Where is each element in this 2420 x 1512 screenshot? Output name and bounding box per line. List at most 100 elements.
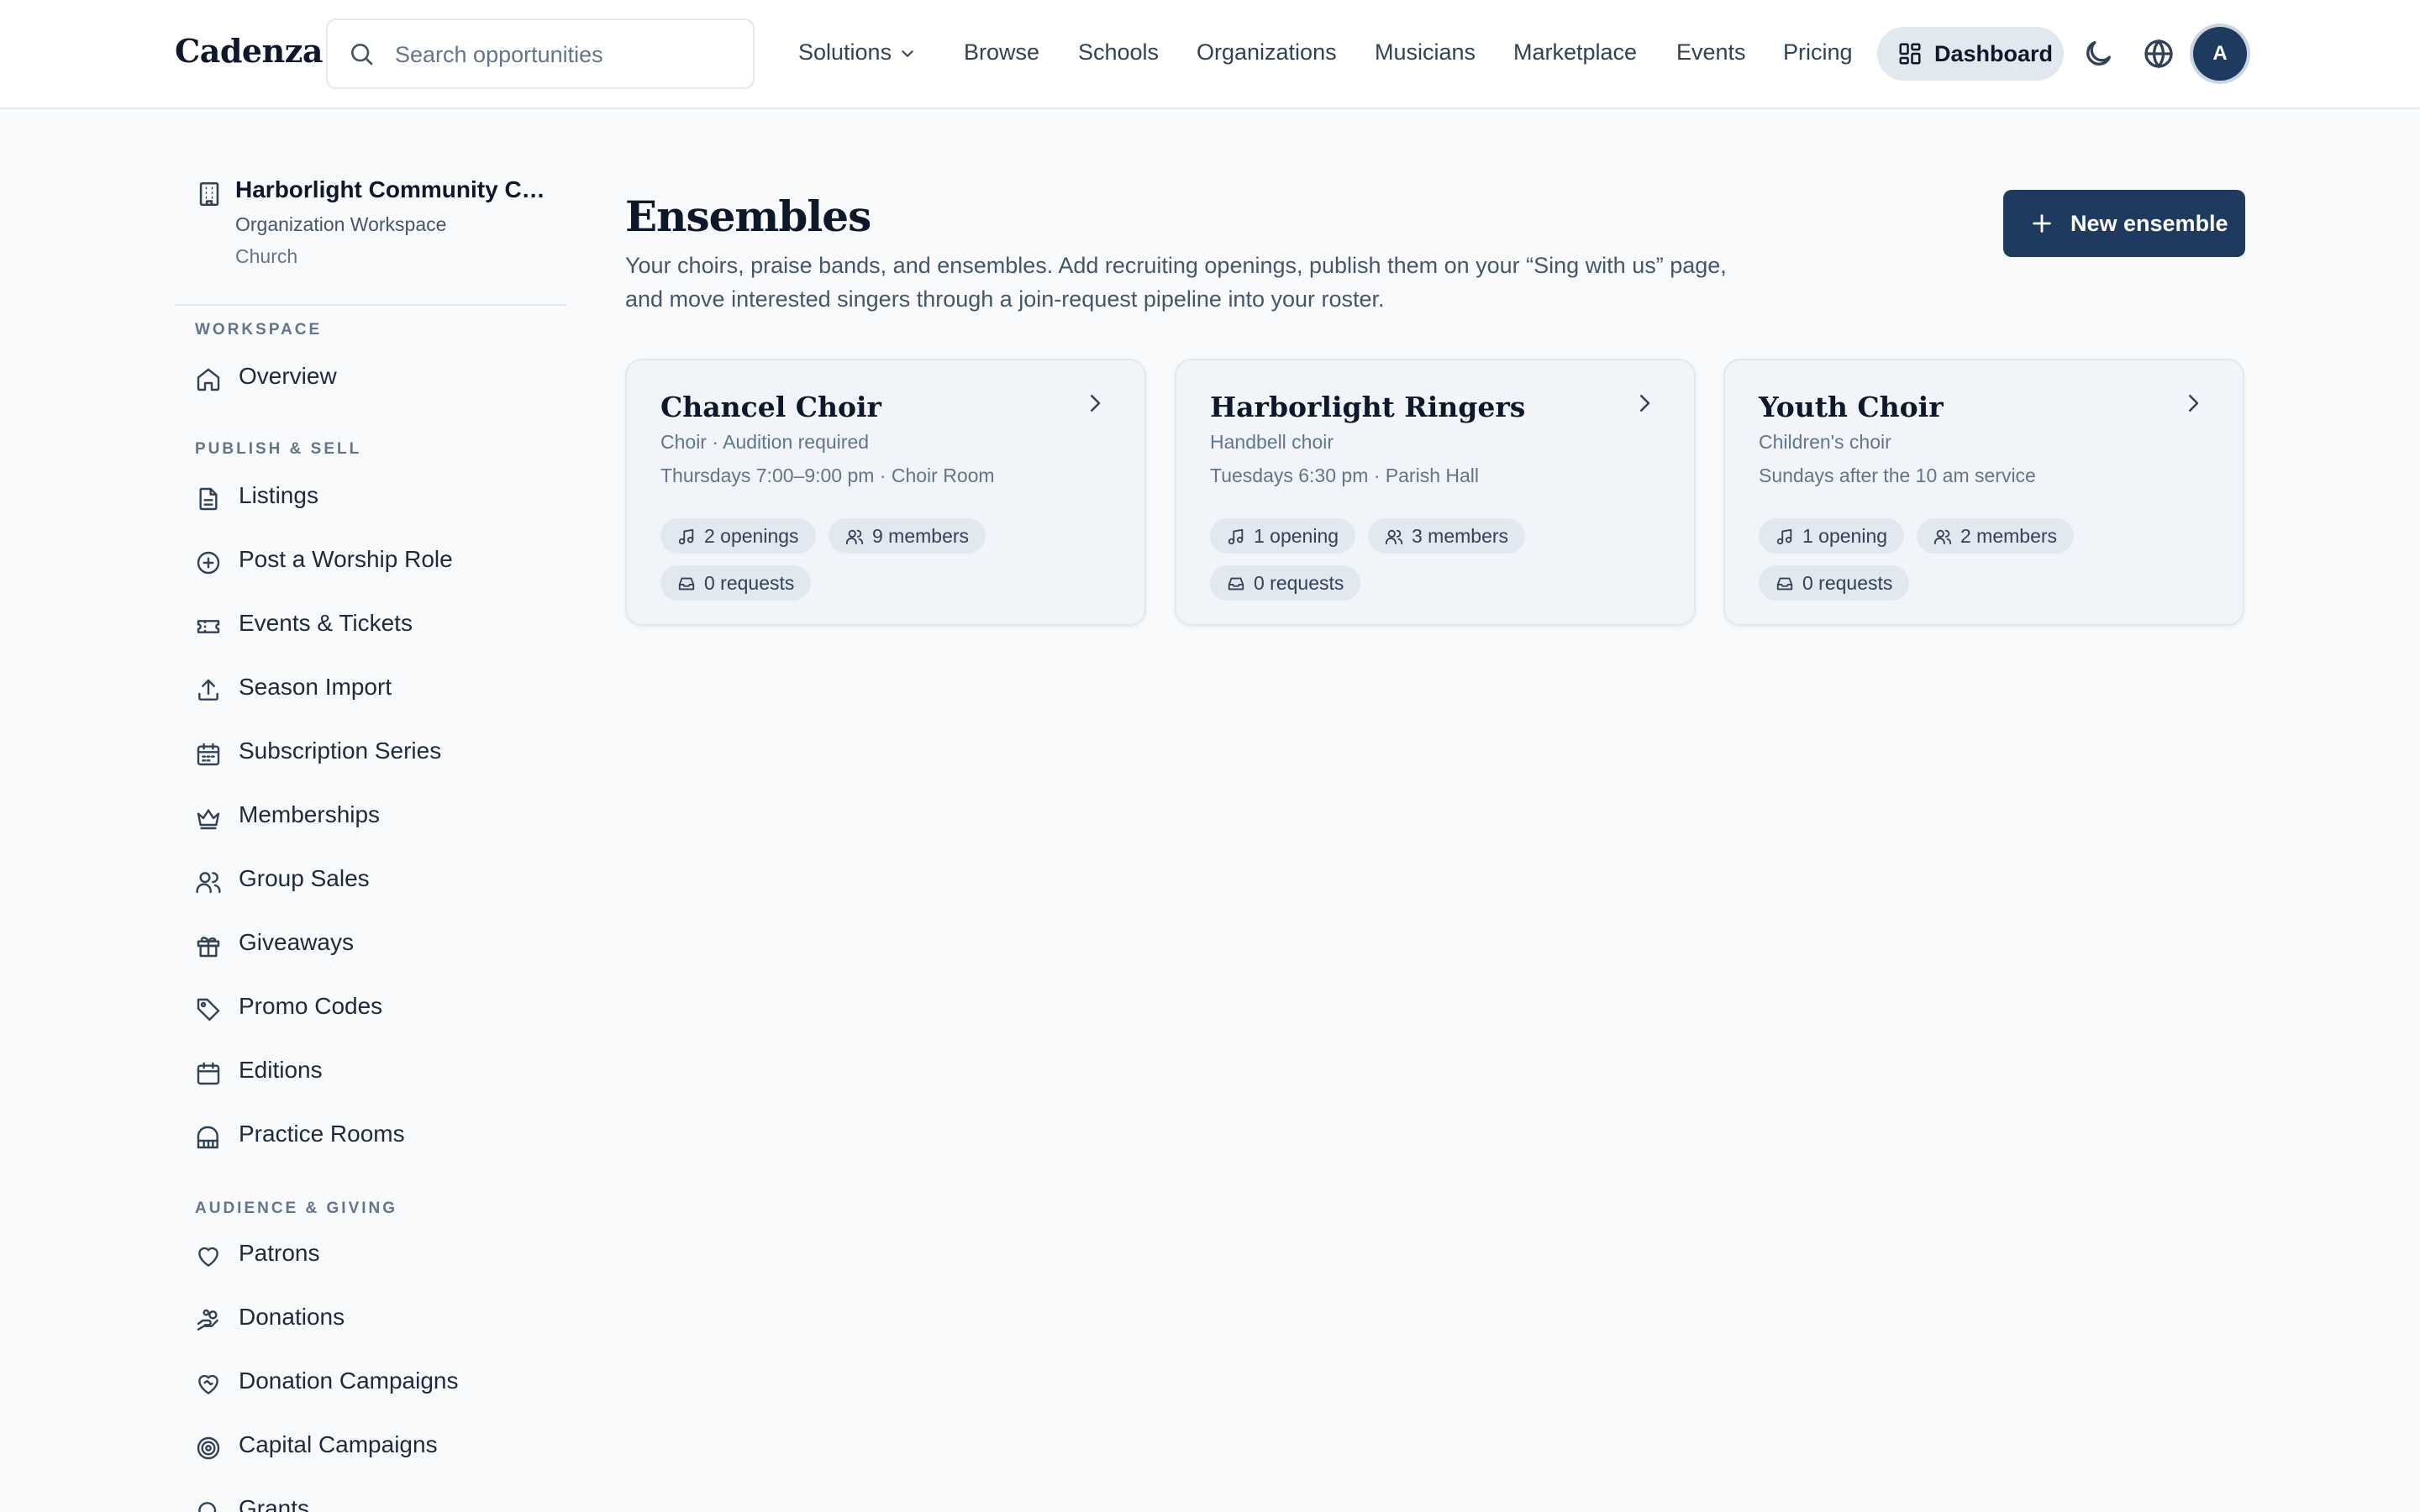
sidebar-item-label: Patrons: [239, 1240, 320, 1266]
requests-badge: 0 requests: [1210, 565, 1361, 601]
upload-icon: [198, 679, 218, 701]
dashboard-button[interactable]: Dashboard: [1877, 27, 2064, 81]
users-icon: [1933, 529, 1952, 545]
sidebar-item-label: Listings: [239, 482, 318, 508]
search-icon: [351, 44, 373, 66]
nav-marketplace[interactable]: Marketplace: [1513, 35, 1637, 69]
inbox-icon: [1776, 577, 1793, 591]
inbox-icon: [678, 577, 695, 591]
nav-pricing[interactable]: Pricing: [1783, 35, 1853, 69]
chevron-right-icon: [2189, 395, 2199, 412]
nav-schools[interactable]: Schools: [1078, 35, 1159, 69]
members-count: 3 members: [1412, 525, 1509, 547]
openings-count: 2 openings: [704, 525, 799, 547]
sidebar-item-label: Donations: [239, 1304, 345, 1330]
target-icon: [197, 1436, 220, 1460]
ensemble-card[interactable]: Harborlight Ringers Handbell choir Tuesd…: [1175, 359, 1696, 626]
sidebar-item-grants[interactable]: Grants: [195, 1487, 556, 1512]
org-subtitle: Organization Workspace: [235, 213, 447, 235]
heart-icon: [198, 1247, 218, 1267]
document-icon: [199, 487, 218, 511]
sidebar-item-label: Practice Rooms: [239, 1121, 405, 1147]
ensemble-type: Handbell choir: [1210, 431, 1334, 453]
user-avatar[interactable]: A: [2193, 27, 2247, 81]
crown-icon: [197, 809, 220, 830]
nav-events[interactable]: Events: [1676, 35, 1746, 69]
members-badge: 3 members: [1368, 518, 1526, 554]
section-heading-workspace: WORKSPACE: [195, 321, 323, 339]
brand-logo[interactable]: Cadenza: [175, 32, 323, 70]
sidebar-item-capital-campaigns[interactable]: Capital Campaigns: [195, 1423, 556, 1470]
ticket-icon: [197, 620, 220, 633]
requests-count: 0 requests: [1254, 572, 1344, 594]
nav-organizations[interactable]: Organizations: [1197, 35, 1337, 69]
section-heading-publish: PUBLISH & SELL: [195, 440, 362, 458]
ensemble-schedule: Sundays after the 10 am service: [1759, 465, 2036, 486]
sidebar-item-donations[interactable]: Donations: [195, 1295, 556, 1342]
building-icon: [199, 181, 219, 207]
ensemble-card[interactable]: Youth Choir Children's choir Sundays aft…: [1723, 359, 2244, 626]
ensemble-type: Children's choir: [1759, 431, 1891, 453]
music-note-icon: [1228, 528, 1244, 545]
sidebar-item-label: Memberships: [239, 801, 381, 827]
plus-icon: [2033, 214, 2051, 233]
sidebar-item-patrons[interactable]: Patrons: [195, 1231, 556, 1278]
inbox-icon: [1228, 577, 1244, 591]
gift-icon: [197, 937, 220, 958]
sidebar-item-promo-codes[interactable]: Promo Codes: [195, 984, 556, 1032]
chevron-right-icon: [1640, 395, 1650, 412]
chevron-right-icon: [1091, 395, 1101, 412]
nav-browse[interactable]: Browse: [964, 35, 1039, 69]
music-note-icon: [1776, 528, 1792, 545]
search-icon: [198, 1502, 217, 1512]
sidebar-item-subscription-series[interactable]: Subscription Series: [195, 729, 556, 776]
sidebar-item-editions[interactable]: Editions: [195, 1048, 556, 1095]
sidebar: Harborlight Community Church Organizatio…: [175, 109, 566, 1512]
openings-badge: 2 openings: [660, 518, 816, 554]
heart-handshake-icon: [198, 1374, 218, 1394]
calendar-grid-icon: [197, 743, 220, 766]
sidebar-item-donation-campaigns[interactable]: Donation Campaigns: [195, 1359, 556, 1406]
calendar-icon: [197, 1062, 220, 1085]
moon-icon[interactable]: [2081, 37, 2115, 71]
sidebar-item-giveaways[interactable]: Giveaways: [195, 921, 556, 968]
sidebar-item-label: Group Sales: [239, 865, 370, 891]
new-ensemble-label: New ensemble: [2070, 211, 2228, 236]
sidebar-item-events-tickets[interactable]: Events & Tickets: [195, 601, 556, 648]
globe-icon[interactable]: [2142, 37, 2175, 71]
sidebar-item-season-import[interactable]: Season Import: [195, 665, 556, 712]
openings-count: 1 opening: [1254, 525, 1339, 547]
openings-count: 1 opening: [1802, 525, 1888, 547]
sidebar-item-label: Giveaways: [239, 929, 354, 955]
members-badge: 9 members: [829, 518, 986, 554]
top-navbar: Cadenza Solutions Browse Schools Organiz…: [0, 0, 2420, 109]
users-icon: [845, 529, 864, 545]
nav-solutions[interactable]: Solutions: [798, 35, 917, 69]
sidebar-item-listings[interactable]: Listings: [195, 474, 556, 521]
requests-count: 0 requests: [1802, 572, 1893, 594]
requests-count: 0 requests: [704, 572, 795, 594]
sidebar-item-overview[interactable]: Overview: [195, 354, 556, 402]
sidebar-item-label: Post a Worship Role: [239, 546, 453, 572]
members-count: 2 members: [1960, 525, 2058, 547]
sidebar-item-label: Overview: [239, 363, 337, 389]
openings-badge: 1 opening: [1210, 518, 1356, 554]
sidebar-item-group-sales[interactable]: Group Sales: [195, 857, 556, 904]
search-box[interactable]: [326, 18, 755, 89]
nav-solutions-label: Solutions: [798, 39, 892, 65]
search-input[interactable]: [395, 35, 739, 74]
sidebar-item-label: Events & Tickets: [239, 610, 413, 636]
new-ensemble-button[interactable]: New ensemble: [2003, 190, 2245, 257]
sidebar-item-label: Season Import: [239, 674, 392, 700]
ensemble-card[interactable]: Chancel Choir Choir · Audition required …: [625, 359, 1146, 626]
sidebar-item-label: Donation Campaigns: [239, 1368, 459, 1394]
page-title: Ensembles: [625, 192, 871, 241]
sidebar-item-memberships[interactable]: Memberships: [195, 793, 556, 840]
org-name: Harborlight Community Church: [235, 176, 548, 202]
nav-musicians[interactable]: Musicians: [1375, 35, 1476, 69]
home-icon: [197, 368, 220, 391]
org-type: Church: [235, 245, 298, 267]
sidebar-item-practice-rooms[interactable]: Practice Rooms: [195, 1112, 556, 1159]
sidebar-item-label: Grants: [239, 1495, 310, 1512]
sidebar-item-post-worship-role[interactable]: Post a Worship Role: [195, 538, 556, 585]
